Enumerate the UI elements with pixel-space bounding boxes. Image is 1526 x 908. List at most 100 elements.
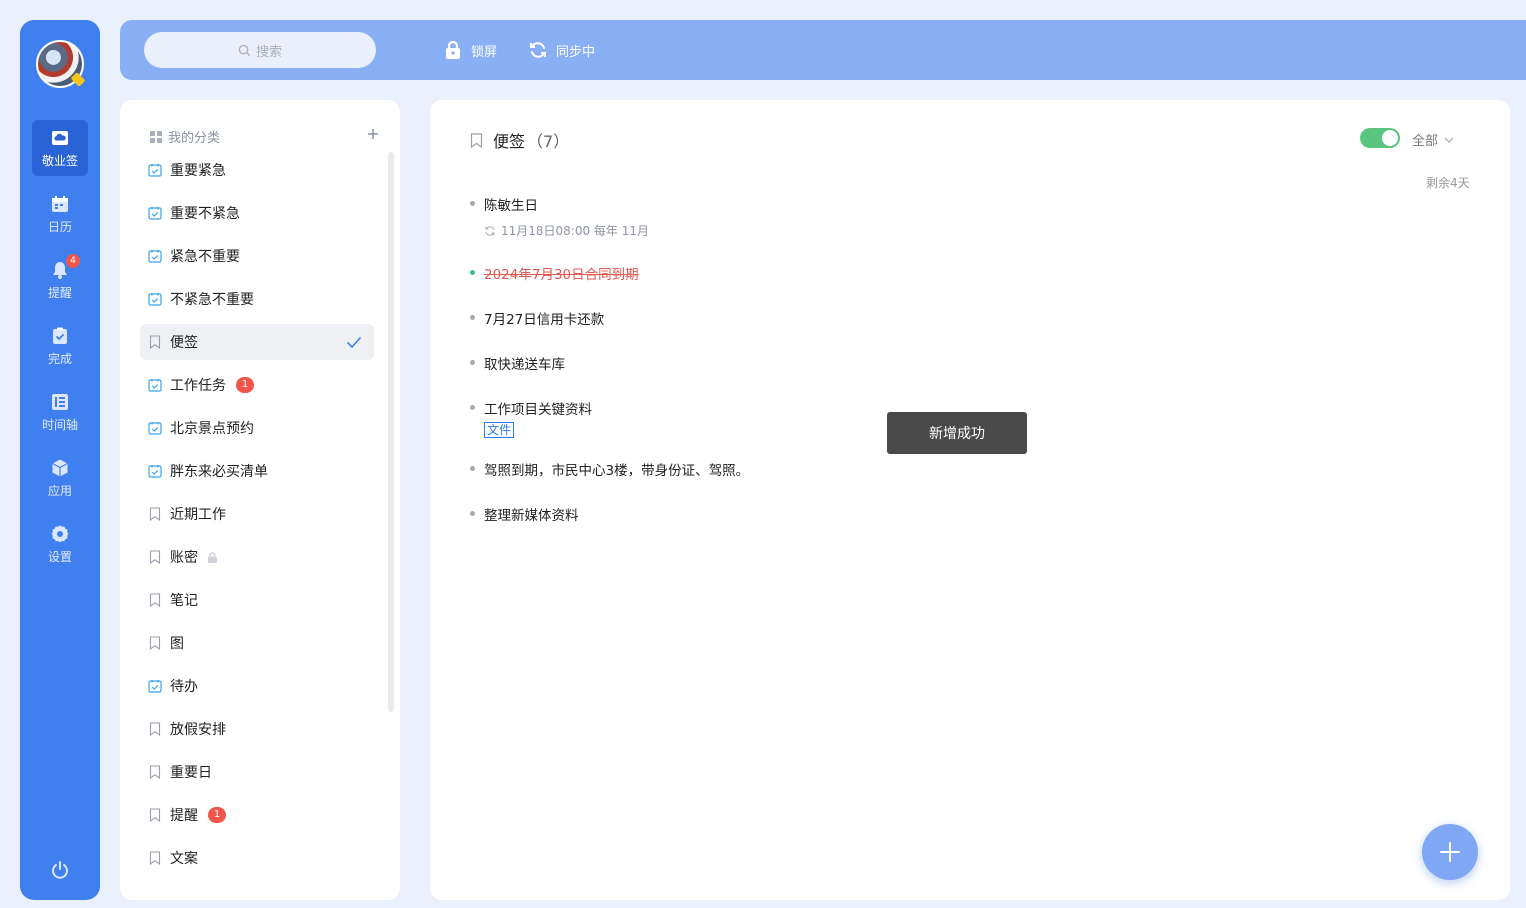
nav-item-timeline[interactable]: 时间轴 [32, 384, 88, 440]
calendar-icon [52, 195, 68, 212]
category-scrollbar[interactable] [388, 152, 394, 712]
nav-item-calendar[interactable]: 日历 [32, 186, 88, 242]
category-item-label: 紧急不重要 [170, 249, 240, 265]
category-item[interactable]: 便签 [140, 324, 374, 360]
note-schedule: 11月18日08:00 每年 11月 [484, 222, 649, 239]
avatar[interactable] [36, 40, 86, 88]
sync-icon [530, 42, 546, 58]
add-note-button[interactable] [1422, 824, 1478, 880]
category-item[interactable]: 紧急不重要 [140, 238, 374, 274]
category-item-label: 放假安排 [170, 722, 226, 738]
category-item[interactable]: 放假安排 [140, 711, 374, 747]
vip-badge-icon [70, 72, 86, 87]
category-item-label: 重要不紧急 [170, 206, 240, 222]
bullet-dot [470, 201, 475, 206]
bullet-dot [470, 360, 475, 365]
category-item-label: 重要紧急 [170, 163, 226, 179]
note-item[interactable]: 驾照到期，市民中心3楼，带身份证、驾照。 [470, 459, 749, 479]
bookmark-icon [149, 636, 161, 650]
lock-screen-label: 锁屏 [471, 44, 498, 60]
category-item[interactable]: 胖东来必买清单 [140, 453, 374, 489]
chevron-down-icon [1444, 137, 1454, 143]
category-item[interactable]: 工作任务 1 [140, 367, 374, 403]
nav-item-done[interactable]: 完成 [32, 318, 88, 374]
nav-item-label: 敬业签 [41, 153, 78, 168]
note-item[interactable]: 取快递送车库 [470, 353, 565, 373]
nav-item-settings[interactable]: 设置 [32, 516, 88, 572]
show-toggle[interactable] [1360, 128, 1400, 148]
cube-icon [52, 459, 68, 476]
bookmark-icon [149, 851, 161, 865]
category-item-label: 近期工作 [170, 507, 226, 523]
category-item[interactable]: 不紧急不重要 [140, 281, 374, 317]
category-item-label: 北京景点预约 [170, 421, 254, 437]
category-item[interactable]: 近期工作 [140, 496, 374, 532]
nav-item-apps[interactable]: 应用 [32, 450, 88, 506]
left-nav: 敬业签 日历 4 提醒 完成 时间轴 应用 设置 [20, 20, 100, 900]
category-item[interactable]: 图 [140, 625, 374, 661]
note-count: （7） [527, 132, 570, 151]
main-panel: 便签 （7） 全部 剩余4天 陈敏生日 11月18日08:00 每年 11月 202… [430, 100, 1510, 900]
category-item[interactable]: 重要紧急 [140, 152, 374, 188]
power-icon[interactable] [50, 860, 70, 880]
lock-icon [446, 40, 460, 59]
bookmark-icon [149, 335, 161, 349]
toast-message: 新增成功 [887, 412, 1027, 454]
bookmark-icon [149, 593, 161, 607]
category-item[interactable]: 待办 [140, 668, 374, 704]
note-item[interactable]: 7月27日信用卡还款 [470, 308, 604, 328]
sync-button[interactable]: 同步中 [528, 39, 595, 61]
bullet-dot [470, 511, 475, 516]
note-text: 驾照到期，市民中心3楼，带身份证、驾照。 [484, 463, 750, 479]
checkbox-icon [148, 379, 162, 392]
category-item-label: 笔记 [170, 593, 198, 609]
note-item[interactable]: 2024年7月30日合同到期 [470, 263, 639, 283]
top-bar: 搜索 锁屏 同步中 [120, 20, 1526, 80]
nav-item-label: 日历 [47, 219, 72, 234]
search-input[interactable]: 搜索 [144, 32, 376, 68]
remaining-days: 剩余4天 [1426, 176, 1470, 190]
nav-item-notes[interactable]: 敬业签 [32, 120, 88, 176]
page-title: 便签 （7） [470, 128, 569, 152]
category-item[interactable]: 北京景点预约 [140, 410, 374, 446]
add-category-icon[interactable] [367, 128, 379, 140]
nav-item-label: 提醒 [47, 285, 72, 300]
note-text: 2024年7月30日合同到期 [484, 267, 639, 283]
checkbox-icon [148, 422, 162, 435]
check-icon [346, 336, 362, 349]
category-item-label: 不紧急不重要 [170, 292, 254, 308]
bookmark-icon [149, 808, 161, 822]
category-item[interactable]: 重要不紧急 [140, 195, 374, 231]
note-text: 整理新媒体资料 [484, 508, 579, 524]
note-item[interactable]: 工作项目关键资料 文件 [470, 398, 592, 438]
note-schedule-text: 11月18日08:00 每年 11月 [501, 224, 650, 238]
note-text: 7月27日信用卡还款 [484, 312, 605, 328]
category-header: 我的分类 [150, 127, 220, 146]
lock-icon [207, 551, 218, 563]
filter-dropdown[interactable]: 全部 [1412, 130, 1454, 149]
note-item[interactable]: 整理新媒体资料 [470, 504, 579, 524]
bookmark-icon [149, 722, 161, 736]
note-item[interactable]: 陈敏生日 11月18日08:00 每年 11月 [470, 194, 649, 239]
nav-item-label: 设置 [47, 549, 72, 564]
category-panel: 我的分类 重要紧急重要不紧急紧急不重要不紧急不重要便签工作任务 1 北京景点预约胖东… [120, 100, 400, 900]
note-text: 陈敏生日 [484, 198, 538, 214]
plus-icon [1440, 842, 1460, 862]
checkbox-icon [148, 164, 162, 177]
category-item-label: 工作任务 [170, 378, 226, 394]
category-item-label: 重要日 [170, 765, 212, 781]
search-placeholder: 搜索 [255, 44, 282, 60]
bookmark-icon [149, 507, 161, 521]
lock-screen-button[interactable]: 锁屏 [443, 39, 497, 61]
nav-item-reminder[interactable]: 4 提醒 [32, 252, 88, 308]
category-item[interactable]: 重要日 [140, 754, 374, 790]
category-item[interactable]: 文案 [140, 840, 374, 876]
checkbox-icon [148, 465, 162, 478]
file-tag[interactable]: 文件 [484, 422, 515, 438]
filter-label: 全部 [1412, 134, 1439, 149]
repeat-icon [485, 225, 495, 236]
category-item[interactable]: 笔记 [140, 582, 374, 618]
nav-item-label: 完成 [47, 351, 72, 366]
category-item[interactable]: 提醒 1 [140, 797, 374, 833]
category-item[interactable]: 账密 [140, 539, 374, 575]
